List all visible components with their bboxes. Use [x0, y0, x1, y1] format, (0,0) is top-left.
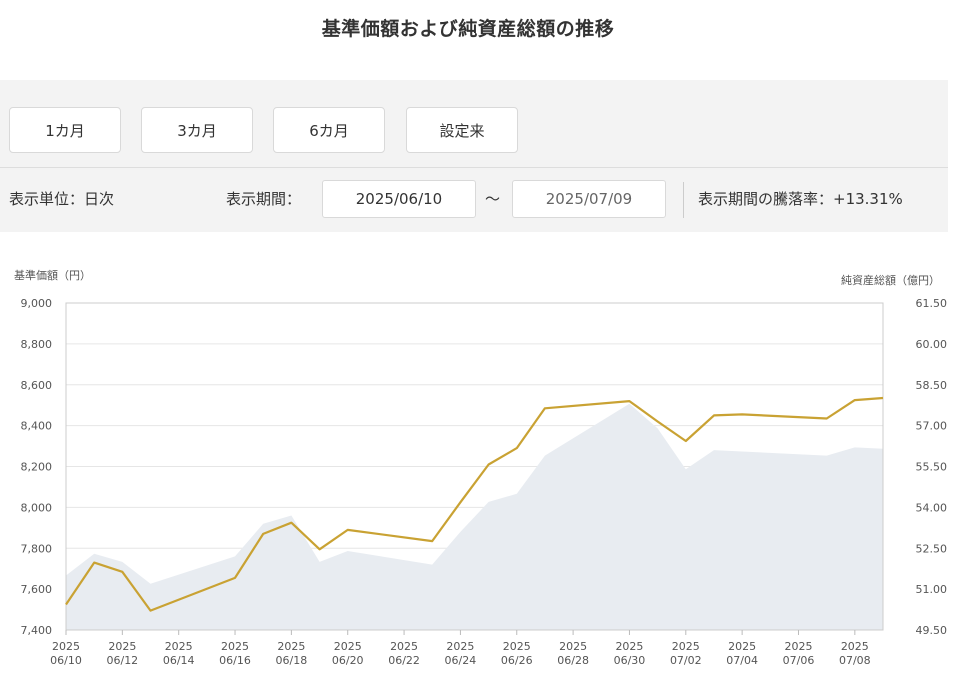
x-tick-date: 07/04: [726, 654, 758, 667]
x-tick-date: 06/14: [163, 654, 195, 667]
x-tick-year: 2025: [672, 640, 700, 653]
right-tick-label: 49.50: [916, 624, 948, 637]
display-period-label: 表示期間：: [226, 190, 302, 208]
date-range-separator: ～: [485, 190, 501, 208]
display-unit-label: 表示単位：日次: [9, 190, 115, 208]
period-3-month-button[interactable]: 3カ月: [141, 107, 253, 153]
left-axis-label: 基準価額（円）: [14, 268, 91, 282]
x-tick-date: 06/28: [557, 654, 589, 667]
left-tick-label: 8,000: [21, 501, 53, 514]
x-tick-year: 2025: [503, 640, 531, 653]
left-tick-label: 8,200: [21, 461, 53, 474]
left-tick-label: 8,800: [21, 338, 53, 351]
x-tick-date: 07/02: [670, 654, 702, 667]
x-tick-year: 2025: [841, 640, 869, 653]
x-tick-year: 2025: [334, 640, 362, 653]
x-tick-date: 06/26: [501, 654, 533, 667]
x-axis-ticks: 202506/10202506/12202506/14202506/162025…: [50, 630, 871, 667]
right-axis-label: 純資産総額（億円）: [841, 273, 940, 287]
x-tick-year: 2025: [390, 640, 418, 653]
x-tick-date: 06/24: [445, 654, 477, 667]
left-tick-label: 9,000: [21, 297, 53, 310]
left-axis-ticks: 9,000 8,800 8,600 8,400 8,200 8,000 7,800 7,600…: [21, 297, 53, 637]
period-change-rate: 表示期間の騰落率：+13.31%: [698, 190, 903, 208]
right-tick-label: 58.50: [916, 379, 948, 392]
vertical-separator: [683, 182, 684, 218]
right-axis-ticks: 61.50 60.00 58.50 57.00 55.50 54.00 52.50 51.00…: [916, 297, 948, 637]
x-tick-year: 2025: [559, 640, 587, 653]
x-tick-date: 06/22: [388, 654, 420, 667]
x-tick-date: 07/08: [839, 654, 871, 667]
left-tick-label: 8,400: [21, 420, 53, 433]
right-tick-label: 54.00: [916, 501, 948, 514]
x-tick-date: 06/12: [106, 654, 138, 667]
end-date-input[interactable]: 2025/07/09: [512, 180, 666, 218]
start-date-input[interactable]: 2025/06/10: [322, 180, 476, 218]
period-since-inception-button[interactable]: 設定来: [406, 107, 518, 153]
left-tick-label: 7,400: [21, 624, 53, 637]
right-tick-label: 52.50: [916, 542, 948, 555]
right-tick-label: 57.00: [916, 420, 948, 433]
right-tick-label: 55.50: [916, 461, 948, 474]
x-tick-year: 2025: [165, 640, 193, 653]
x-tick-year: 2025: [728, 640, 756, 653]
x-tick-year: 2025: [108, 640, 136, 653]
left-tick-label: 7,600: [21, 583, 53, 596]
x-tick-date: 07/06: [783, 654, 815, 667]
panel-divider: [0, 167, 948, 168]
x-tick-year: 2025: [277, 640, 305, 653]
period-1-month-button[interactable]: 1カ月: [9, 107, 121, 153]
x-tick-year: 2025: [221, 640, 249, 653]
left-tick-label: 7,800: [21, 542, 53, 555]
x-tick-year: 2025: [52, 640, 80, 653]
right-tick-label: 60.00: [916, 338, 948, 351]
x-tick-date: 06/18: [276, 654, 308, 667]
right-tick-label: 61.50: [916, 297, 948, 310]
x-tick-date: 06/10: [50, 654, 82, 667]
page-title: 基準価額および純資産総額の推移: [321, 18, 615, 40]
x-tick-year: 2025: [615, 640, 643, 653]
left-tick-label: 8,600: [21, 379, 53, 392]
x-tick-date: 06/30: [614, 654, 646, 667]
x-tick-date: 06/16: [219, 654, 251, 667]
x-tick-year: 2025: [784, 640, 812, 653]
nav-chart: 9,000 8,800 8,600 8,400 8,200 8,000 7,800 7,600…: [14, 268, 948, 667]
x-tick-year: 2025: [446, 640, 474, 653]
period-6-month-button[interactable]: 6カ月: [273, 107, 385, 153]
x-tick-date: 06/20: [332, 654, 364, 667]
right-tick-label: 51.00: [916, 583, 948, 596]
